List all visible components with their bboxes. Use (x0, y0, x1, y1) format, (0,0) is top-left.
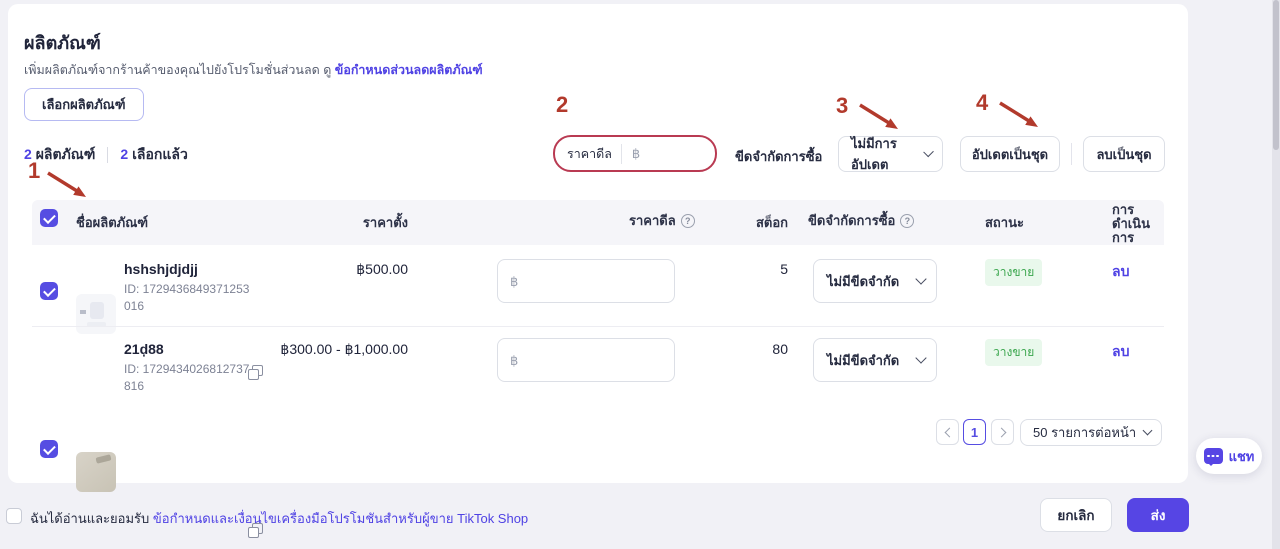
stock-value: 5 (728, 261, 788, 277)
controls-divider (1071, 143, 1072, 165)
col-header-name: ชื่อผลิตภัณฑ์ (76, 212, 148, 233)
chevron-down-icon (1143, 426, 1153, 436)
chevron-down-icon (915, 352, 926, 363)
next-page-button[interactable] (991, 419, 1014, 445)
help-icon[interactable] (681, 214, 695, 228)
row-divider (32, 326, 1164, 327)
bulk-deal-price-label: ราคาดีล (555, 144, 621, 164)
annotation-step-4: 4 (976, 90, 988, 116)
selected-count: 2 เลือกแล้ว (120, 144, 187, 166)
promotion-products-page: ผลิตภัณฑ์ เพิ่มผลิตภัณฑ์จากร้านค้าของคุณ… (0, 0, 1280, 549)
promotion-terms-link[interactable]: ข้อกำหนดและเงื่อนไขเครื่องมือโปรโมชันสำห… (153, 511, 528, 526)
product-id: ID: 1729434026812737816 (124, 361, 256, 395)
bulk-purchase-limit-label: ขีดจำกัดการซื้อ (735, 146, 822, 167)
product-name: 21ḑ88 (124, 341, 164, 357)
page-title: ผลิตภัณฑ์ (24, 28, 101, 57)
status-badge: วางขาย (985, 259, 1042, 286)
annotation-arrow-3 (856, 100, 906, 140)
delete-row-link[interactable]: ลบ (1112, 261, 1129, 283)
page-size-dropdown[interactable]: 50 รายการต่อหน้า (1020, 419, 1162, 446)
deal-price-input[interactable] (497, 338, 675, 382)
list-price: ฿500.00 (268, 261, 408, 278)
agree-terms-checkbox[interactable] (6, 508, 22, 524)
bulk-delete-button[interactable]: ลบเป็นชุด (1083, 136, 1165, 172)
bulk-deal-price-group: ราคาดีล (553, 135, 717, 172)
col-header-status: สถานะ (985, 212, 1024, 233)
product-name: hshshjdjdjj (124, 261, 198, 277)
col-header-deal-price: ราคาดีล (629, 210, 695, 231)
chat-button[interactable]: แชท (1196, 438, 1262, 474)
bulk-update-button[interactable]: อัปเดตเป็นชุด (960, 136, 1060, 172)
scrollbar-thumb[interactable] (1273, 0, 1279, 150)
submit-button[interactable]: ส่ง (1127, 498, 1189, 532)
annotation-step-2: 2 (556, 92, 568, 118)
select-all-checkbox[interactable] (40, 209, 58, 227)
product-id: ID: 1729436849371253016 (124, 281, 256, 315)
selection-summary: 2 ผลิตภัณฑ์ 2 เลือกแล้ว (24, 144, 188, 166)
select-products-button[interactable]: เลือกผลิตภัณฑ์ (24, 88, 144, 121)
col-header-action: การ ดำเนิน การ (1112, 203, 1150, 245)
col-header-stock: สต็อก (728, 212, 788, 233)
chat-label: แชท (1229, 446, 1255, 467)
prev-page-button[interactable] (936, 419, 959, 445)
page-number-button[interactable]: 1 (963, 419, 986, 445)
page-subtitle: เพิ่มผลิตภัณฑ์จากร้านค้าของคุณไปยังโปรโม… (24, 60, 483, 80)
annotation-step-3: 3 (836, 93, 848, 119)
chat-icon (1204, 448, 1223, 464)
deal-price-input[interactable] (497, 259, 675, 303)
purchase-limit-dropdown[interactable]: ไม่มีขีดจำกัด (813, 259, 937, 303)
list-price: ฿300.00 - ฿1,000.00 (268, 341, 408, 358)
product-image (76, 294, 116, 334)
agreement-text: ฉันได้อ่านและยอมรับ ข้อกำหนดและเงื่อนไขเ… (30, 508, 528, 529)
product-discount-rules-link[interactable]: ข้อกำหนดส่วนลดผลิตภัณฑ์ (335, 63, 483, 77)
annotation-step-1: 1 (28, 158, 40, 184)
bulk-purchase-limit-dropdown[interactable]: ไม่มีการอัปเดต (838, 136, 943, 172)
col-header-list-price: ราคาตั้ง (268, 212, 408, 233)
help-icon[interactable] (900, 214, 914, 228)
chevron-left-icon (944, 427, 954, 437)
delete-row-link[interactable]: ลบ (1112, 341, 1129, 363)
subtitle-text: เพิ่มผลิตภัณฑ์จากร้านค้าของคุณไปยังโปรโม… (24, 63, 331, 77)
summary-divider (107, 147, 108, 163)
bulk-deal-price-input[interactable] (622, 146, 714, 161)
annotation-arrow-4 (996, 98, 1046, 138)
col-header-purchase-limit: ขีดจำกัดการซื้อ (808, 210, 914, 231)
product-image (76, 452, 116, 492)
cancel-button[interactable]: ยกเลิก (1040, 498, 1112, 532)
purchase-limit-dropdown[interactable]: ไม่มีขีดจำกัด (813, 338, 937, 382)
row-checkbox[interactable] (40, 440, 58, 458)
chevron-down-icon (915, 273, 926, 284)
row-checkbox[interactable] (40, 282, 58, 300)
stock-value: 80 (728, 341, 788, 357)
status-badge: วางขาย (985, 339, 1042, 366)
chevron-right-icon (996, 427, 1006, 437)
